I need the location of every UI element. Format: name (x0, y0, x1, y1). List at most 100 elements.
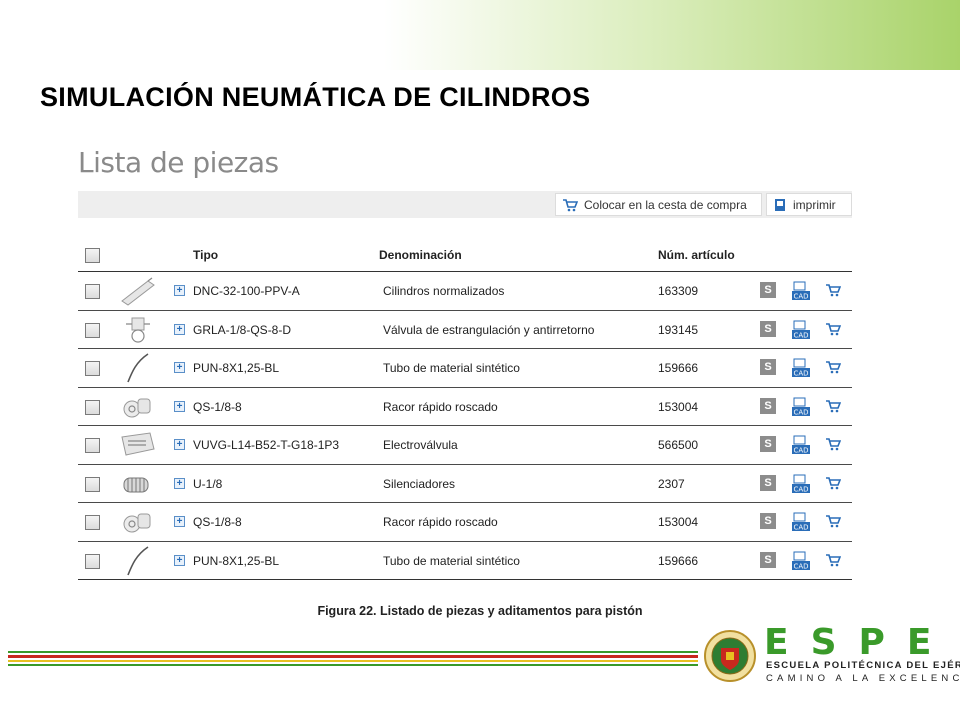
add-to-cart-button[interactable]: Colocar en la cesta de compra (555, 193, 762, 216)
s-action-button[interactable]: S (760, 397, 776, 414)
column-header-denominacion: Denominación (379, 248, 462, 262)
row-checkbox[interactable] (85, 322, 100, 338)
cell-tipo[interactable]: QS-1/8-8 (193, 515, 242, 529)
cell-num-articulo: 163309 (658, 284, 699, 298)
add-to-cart-icon[interactable] (825, 359, 841, 375)
add-to-cart-label: Colocar en la cesta de compra (584, 197, 747, 212)
cad-label: CAD (793, 370, 808, 378)
add-to-cart-icon[interactable] (825, 436, 841, 452)
row-checkbox[interactable] (85, 284, 100, 299)
add-to-cart-icon[interactable] (825, 475, 841, 491)
figure-caption: Figura 22. Listado de piezas y aditament… (317, 604, 643, 618)
cylinder-icon (118, 275, 158, 307)
s-action-button[interactable]: S (760, 513, 776, 529)
table-row: + PUN-8X1,25-BL Tubo de material sintéti… (78, 349, 852, 388)
select-all-checkbox[interactable] (85, 248, 100, 263)
cad-download-icon[interactable]: CAD (792, 551, 810, 571)
cad-download-icon[interactable]: CAD (792, 358, 810, 378)
expand-icon[interactable]: + (174, 554, 185, 566)
cell-num-articulo: 566500 (658, 438, 699, 452)
cell-num-articulo: 193145 (658, 322, 699, 337)
add-to-cart-icon[interactable] (825, 282, 841, 298)
table-row: + GRLA-1/8-QS-8-D Válvula de estrangulac… (78, 311, 852, 349)
row-checkbox[interactable] (85, 438, 100, 453)
table-row: + U-1/8 Silenciadores 2307 S CAD (78, 465, 852, 503)
cad-download-icon[interactable]: CAD (792, 435, 810, 455)
cad-download-icon[interactable]: CAD (792, 320, 810, 340)
cad-label: CAD (793, 408, 808, 416)
cad-download-icon[interactable]: CAD (792, 281, 810, 301)
print-button[interactable]: imprimir (766, 193, 852, 216)
slide-title: SIMULACIÓN NEUMÁTICA DE CILINDROS (40, 82, 591, 112)
cell-num-articulo: 2307 (658, 476, 685, 491)
cad-label: CAD (793, 524, 808, 532)
cad-download-icon[interactable]: CAD (792, 397, 810, 417)
parts-toolbar: Colocar en la cesta de compra imprimir (78, 191, 852, 218)
row-checkbox[interactable] (85, 399, 100, 415)
s-action-button[interactable]: S (760, 320, 776, 337)
expand-icon[interactable]: + (174, 477, 185, 489)
table-row: + DNC-32-100-PPV-A Cilindros normalizado… (78, 272, 852, 311)
cell-num-articulo: 159666 (658, 553, 699, 568)
table-header: Tipo Denominación Núm. artículo (78, 236, 852, 272)
printer-icon (775, 198, 785, 211)
parts-table: Tipo Denominación Núm. artículo + DNC-32… (78, 236, 852, 580)
footer-stripe-red (8, 655, 698, 658)
row-checkbox[interactable] (85, 515, 100, 530)
fitting-icon (118, 506, 158, 538)
add-to-cart-icon[interactable] (825, 398, 841, 414)
espe-wordmark: ESPE (764, 622, 954, 663)
cell-tipo[interactable]: PUN-8X1,25-BL (193, 361, 279, 375)
expand-icon[interactable]: + (174, 439, 185, 450)
cell-num-articulo: 159666 (658, 361, 699, 375)
add-to-cart-icon[interactable] (825, 321, 841, 337)
silencer-icon (118, 468, 158, 500)
expand-icon[interactable]: + (174, 516, 185, 527)
row-checkbox[interactable] (85, 553, 100, 569)
row-checkbox[interactable] (85, 476, 100, 492)
s-action-button[interactable]: S (760, 359, 776, 375)
expand-icon[interactable]: + (174, 400, 185, 412)
cad-label: CAD (793, 562, 808, 570)
cell-tipo[interactable]: PUN-8X1,25-BL (193, 554, 279, 568)
cad-label: CAD (793, 331, 808, 339)
expand-icon[interactable]: + (174, 285, 185, 296)
cad-download-icon[interactable]: CAD (792, 512, 810, 532)
table-row: + PUN-8X1,25-BL Tubo de material sintéti… (78, 542, 852, 580)
column-header-tipo: Tipo (193, 248, 219, 262)
tube-icon (118, 352, 158, 384)
expand-icon[interactable]: + (174, 323, 185, 335)
expand-icon[interactable]: + (174, 362, 185, 373)
footer-stripe-yellow (8, 660, 698, 662)
cell-tipo[interactable]: GRLA-1/8-QS-8-D (193, 323, 291, 337)
s-action-button[interactable]: S (760, 474, 776, 491)
espe-motto: CAMINO A LA EXCELENCIA (766, 673, 960, 684)
cell-denominacion: Tubo de material sintético (383, 361, 520, 375)
table-row: + QS-1/8-8 Racor rápido roscado 153004 S… (78, 388, 852, 426)
cell-tipo[interactable]: VUVG-L14-B52-T-G18-1P3 (193, 438, 339, 452)
cad-download-icon[interactable]: CAD (792, 474, 810, 494)
add-to-cart-icon[interactable] (825, 552, 841, 568)
cell-denominacion: Silenciadores (383, 476, 456, 491)
parts-list-title: Lista de piezas (78, 146, 279, 179)
cell-num-articulo: 153004 (658, 399, 699, 414)
cad-label: CAD (793, 293, 808, 301)
footer-stripe-green (8, 651, 698, 653)
s-action-button[interactable]: S (760, 551, 776, 568)
table-row: + QS-1/8-8 Racor rápido roscado 153004 S… (78, 503, 852, 542)
row-checkbox[interactable] (85, 361, 100, 376)
solenoid-valve-icon (118, 429, 158, 461)
s-action-button[interactable]: S (760, 436, 776, 452)
shopping-cart-icon (563, 198, 578, 211)
cell-num-articulo: 153004 (658, 515, 699, 529)
tube-icon (118, 545, 158, 577)
s-action-button[interactable]: S (760, 282, 776, 298)
cell-denominacion: Electroválvula (383, 438, 458, 452)
cell-tipo[interactable]: DNC-32-100-PPV-A (193, 284, 300, 298)
column-header-num-articulo: Núm. artículo (658, 248, 735, 262)
espe-subtitle: ESCUELA POLITÉCNICA DEL EJÉRCITO (766, 660, 960, 671)
add-to-cart-icon[interactable] (825, 513, 841, 529)
cell-tipo[interactable]: U-1/8 (193, 477, 222, 491)
footer-stripe-green-2 (8, 664, 698, 666)
cell-tipo[interactable]: QS-1/8-8 (193, 400, 242, 414)
